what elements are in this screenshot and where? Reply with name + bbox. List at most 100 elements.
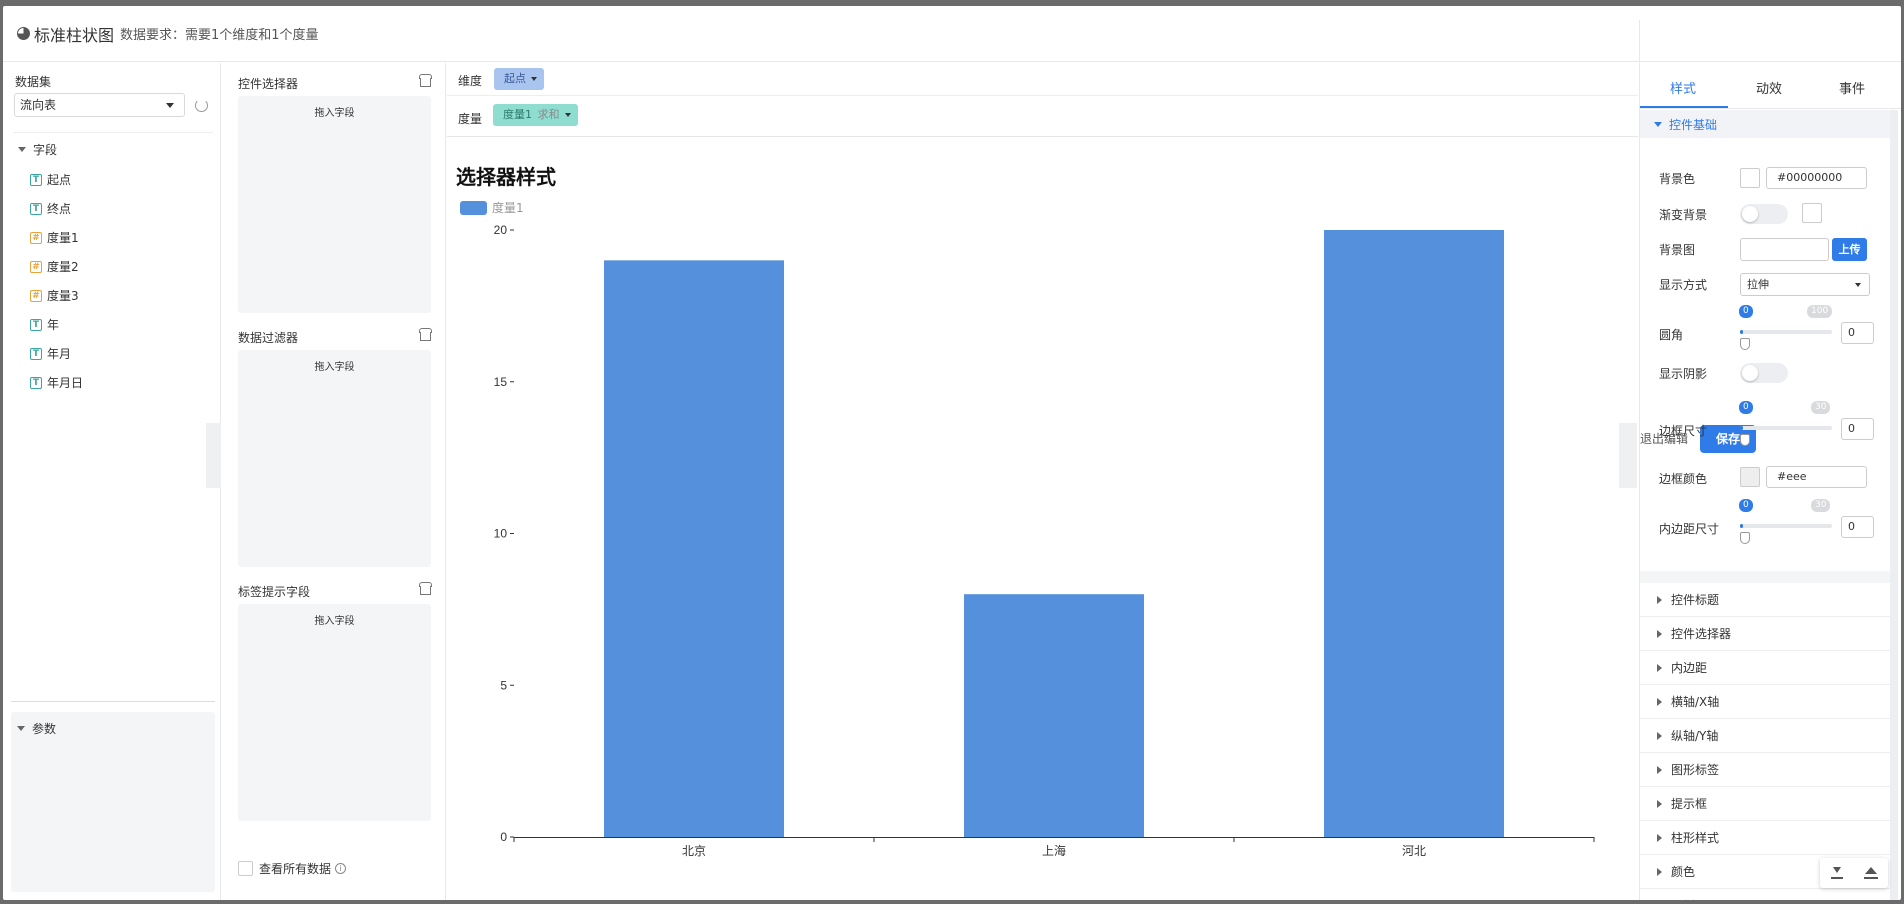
collapse-right-handle[interactable] (1619, 423, 1637, 488)
chevron-down-icon (166, 103, 174, 108)
group-y-axis[interactable]: 纵轴/Y轴 (1640, 719, 1890, 753)
control-fields-panel: 控件选择器 拖入字段 数据过滤器 拖入字段 标签提示字段 拖入字段 查看所有数据… (222, 63, 446, 900)
field-item[interactable]: T年 (30, 310, 83, 339)
measure-label: 度量 (458, 112, 483, 126)
group-legend[interactable]: 图例 (1640, 889, 1890, 900)
params-header[interactable]: 参数 (17, 720, 56, 737)
caret-right-icon (1657, 731, 1662, 740)
padding-label: 内边距尺寸 (1659, 522, 1720, 536)
bar-chart: 0 5 10 15 20 北京 上海 河北 (494, 223, 1595, 858)
dimension-pill[interactable]: 起点 (494, 68, 544, 90)
field-item[interactable]: T 年月日 (30, 368, 83, 397)
display-mode-select[interactable]: 拉伸 (1740, 273, 1870, 296)
download-icon[interactable] (1830, 867, 1843, 879)
header-bar: 标准柱状图 数据要求：需要1个维度和1个度量 退出编辑 保存 (3, 6, 1901, 857)
bg-color-swatch[interactable] (1740, 168, 1760, 188)
group-title: 纵轴/Y轴 (1671, 729, 1719, 743)
slider-handle[interactable] (1740, 434, 1750, 446)
measure-field-icon: # (30, 289, 42, 302)
border-size-slider[interactable] (1740, 426, 1832, 430)
group-title: 横轴/X轴 (1671, 695, 1720, 709)
caret-down-icon (564, 113, 571, 117)
field-item[interactable]: T 起点 (30, 165, 83, 194)
clear-icon[interactable] (419, 74, 432, 87)
fields-tree-header[interactable]: 字段 (18, 141, 57, 158)
measure-field: 度量1 (503, 108, 532, 121)
tooltip-drop-zone[interactable]: 拖入字段 (238, 604, 431, 821)
radius-input[interactable]: 0 (1841, 322, 1874, 344)
shadow-label: 显示阴影 (1659, 367, 1708, 381)
group-bar-style[interactable]: 柱形样式 (1640, 821, 1890, 855)
group-x-axis[interactable]: 横轴/X轴 (1640, 685, 1890, 719)
gradient-label: 渐变背景 (1659, 208, 1708, 222)
group-graphic-label[interactable]: 图形标签 (1640, 753, 1890, 787)
tab-style[interactable]: 样式 (1670, 78, 1696, 97)
group-padding[interactable]: 内边距 (1640, 651, 1890, 685)
tab-animation[interactable]: 动效 (1756, 78, 1782, 97)
show-all-data-checkbox[interactable] (238, 861, 253, 876)
border-color-swatch[interactable] (1740, 467, 1760, 487)
collapse-left-handle[interactable] (206, 423, 221, 488)
group-control-base[interactable]: 控件基础 (1640, 110, 1890, 138)
text-field-icon: T (30, 318, 42, 331)
drop-hint: 拖入字段 (314, 108, 355, 119)
slider-handle[interactable] (1740, 338, 1750, 350)
chart-legend[interactable]: 度量1 (460, 199, 524, 216)
tab-events[interactable]: 事件 (1839, 78, 1865, 97)
bar[interactable] (604, 260, 784, 838)
group-control-title[interactable]: 控件标题 (1640, 583, 1890, 617)
display-mode-value: 拉伸 (1747, 278, 1769, 291)
border-color-input[interactable]: #eee (1766, 466, 1867, 488)
field-item[interactable]: # 度量1 (30, 223, 83, 252)
splitter[interactable] (11, 701, 215, 702)
group-title: 内边距 (1671, 661, 1708, 675)
bg-color-input[interactable]: #00000000 (1766, 167, 1867, 189)
field-item[interactable]: T 终点 (30, 194, 83, 223)
show-all-data-row: 查看所有数据 i (238, 860, 347, 877)
editor-window: 标准柱状图 数据要求：需要1个维度和1个度量 退出编辑 保存 数据集 流向表 字… (3, 6, 1901, 900)
radius-slider[interactable] (1740, 330, 1832, 334)
measure-pill[interactable]: 度量1 求和 (493, 104, 578, 126)
gradient-color-swatch[interactable] (1802, 203, 1822, 223)
caret-down-icon (1654, 121, 1662, 127)
bar[interactable] (1324, 230, 1504, 837)
bg-image-input[interactable] (1740, 238, 1829, 261)
pie-chart-icon (17, 27, 30, 40)
info-icon[interactable]: i (335, 863, 347, 874)
group-title: 控件选择器 (1671, 627, 1732, 641)
field-name: 起点 (47, 173, 72, 187)
clear-icon[interactable] (419, 582, 432, 595)
refresh-icon[interactable] (195, 99, 208, 112)
clear-icon[interactable] (419, 328, 432, 341)
radius-max-bubble: 100 (1807, 305, 1833, 318)
field-name: 年 (47, 318, 60, 332)
eject-icon[interactable] (1863, 867, 1878, 879)
group-title: 控件基础 (1669, 117, 1718, 132)
bar[interactable] (964, 594, 1144, 837)
padding-input[interactable]: 0 (1841, 516, 1874, 538)
filter-drop-zone[interactable]: 拖入字段 (238, 350, 431, 567)
upload-button[interactable]: 上传 (1832, 238, 1867, 261)
legend-label: 度量1 (492, 201, 524, 215)
properties-scrollbar[interactable] (1890, 110, 1898, 900)
shadow-toggle[interactable] (1740, 363, 1788, 383)
dataset-label: 数据集 (15, 75, 52, 89)
padding-slider[interactable] (1740, 524, 1832, 528)
group-tooltip[interactable]: 提示框 (1640, 787, 1890, 821)
field-item[interactable]: T 年月 (30, 339, 83, 368)
show-all-data-label: 查看所有数据 (259, 862, 332, 876)
field-item[interactable]: # 度量3 (30, 281, 83, 310)
measure-shelf: 度量 度量1 求和 (447, 97, 1638, 137)
dataset-select[interactable]: 流向表 (14, 93, 185, 117)
gradient-toggle[interactable] (1740, 204, 1788, 224)
x-tick-label: 上海 (1042, 843, 1066, 858)
caret-right-icon (1657, 833, 1662, 842)
border-size-input[interactable]: 0 (1841, 418, 1874, 440)
field-item[interactable]: # 度量2 (30, 252, 83, 281)
tooltip-section-title: 标签提示字段 (238, 585, 311, 599)
slider-handle[interactable] (1740, 532, 1750, 544)
group-control-selector[interactable]: 控件选择器 (1640, 617, 1890, 651)
group-title: 控件标题 (1671, 593, 1720, 607)
selector-drop-zone[interactable]: 拖入字段 (238, 96, 431, 313)
field-name: 年月日 (47, 376, 84, 390)
